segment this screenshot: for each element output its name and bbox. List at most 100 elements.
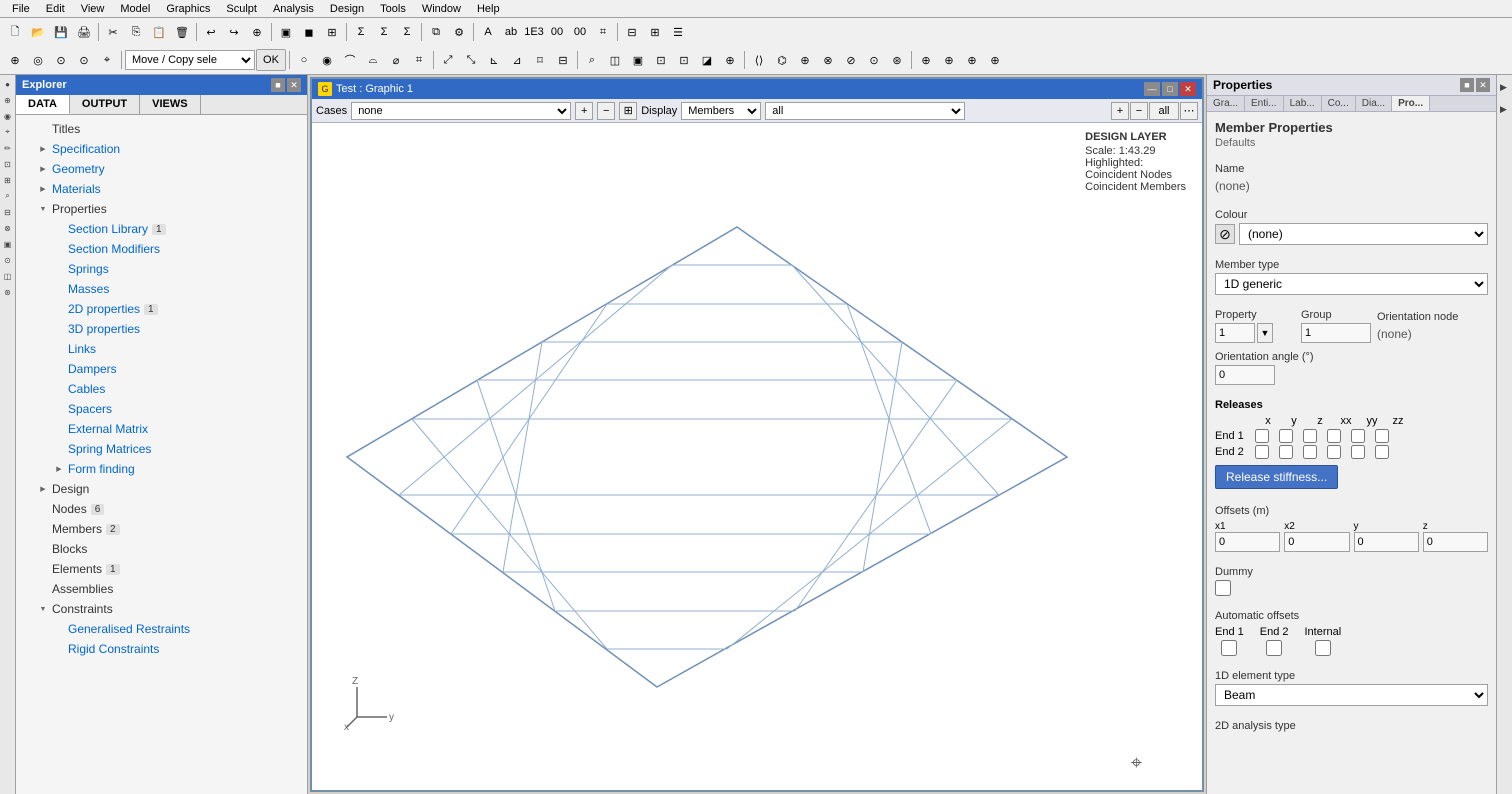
tb2-v[interactable]: ⊕	[938, 49, 960, 71]
tb-group3[interactable]: ☰	[667, 21, 689, 43]
tb-screen[interactable]: ⧉	[425, 21, 447, 43]
form-finding-arrow[interactable]	[52, 462, 66, 476]
tree-section-library[interactable]: Section Library 1	[16, 219, 307, 239]
tb2-a[interactable]: ⤢	[437, 49, 459, 71]
tb-wireframe[interactable]: ▣	[275, 21, 297, 43]
tb2-r[interactable]: ⊘	[840, 49, 862, 71]
releases-end2-xx[interactable]	[1327, 445, 1341, 459]
tb2-i[interactable]: ▣	[627, 49, 649, 71]
tb2-circle1[interactable]: ○	[293, 49, 315, 71]
tb2-m[interactable]: ⊕	[719, 49, 741, 71]
releases-end1-y[interactable]	[1279, 429, 1293, 443]
tb2-3[interactable]: ⊙	[50, 49, 72, 71]
tb2-circle2[interactable]: ◉	[316, 49, 338, 71]
tb2-e[interactable]: ⌑	[529, 49, 551, 71]
left-icon-14[interactable]: ⊛	[1, 285, 15, 299]
left-icon-2[interactable]: ⊕	[1, 93, 15, 107]
orientation-angle-input[interactable]	[1215, 365, 1275, 385]
tree-members[interactable]: Members 2	[16, 519, 307, 539]
tb-redo[interactable]: ↪	[223, 21, 245, 43]
tree-2d-properties[interactable]: 2D properties 1	[16, 299, 307, 319]
tb2-n[interactable]: ⟨⟩	[748, 49, 770, 71]
tb2-g[interactable]: ⌕	[581, 49, 603, 71]
tree-rigid-constraints[interactable]: Rigid Constraints	[16, 639, 307, 659]
prop-tab-co[interactable]: Co...	[1322, 96, 1356, 111]
menu-edit[interactable]: Edit	[38, 0, 73, 18]
release-stiffness-btn[interactable]: Release stiffness...	[1215, 465, 1338, 489]
tb-num3[interactable]: 00	[569, 21, 591, 43]
tb-ok[interactable]: OK	[256, 49, 286, 71]
tb-sigma[interactable]: Σ	[350, 21, 372, 43]
offset-y-input[interactable]	[1354, 532, 1419, 552]
tb-new[interactable]: 🗋	[4, 21, 26, 43]
tree-links[interactable]: Links	[16, 339, 307, 359]
menu-view[interactable]: View	[73, 0, 113, 18]
tb-print[interactable]: 🖨	[73, 21, 95, 43]
auto-end2-checkbox[interactable]	[1266, 640, 1282, 656]
tb2-5[interactable]: ⌖	[96, 49, 118, 71]
tb-sum[interactable]: Σ	[373, 21, 395, 43]
auto-internal-checkbox[interactable]	[1315, 640, 1331, 656]
left-icon-9[interactable]: ⊟	[1, 205, 15, 219]
menu-graphics[interactable]: Graphics	[158, 0, 218, 18]
tree-masses[interactable]: Masses	[16, 279, 307, 299]
tb2-b[interactable]: ⤡	[460, 49, 482, 71]
tb2-1[interactable]: ⊕	[4, 49, 26, 71]
menu-tools[interactable]: Tools	[372, 0, 414, 18]
cases-minus-btn[interactable]: −	[597, 102, 615, 120]
tb-text[interactable]: A	[477, 21, 499, 43]
tree-dampers[interactable]: Dampers	[16, 359, 307, 379]
menu-file[interactable]: File	[4, 0, 38, 18]
tb2-c[interactable]: ⊾	[483, 49, 505, 71]
tb-num4[interactable]: ⌗	[592, 21, 614, 43]
tb-paste[interactable]: 📋	[148, 21, 170, 43]
cases-end-all[interactable]: all	[1149, 102, 1179, 120]
properties-arrow[interactable]	[36, 202, 50, 216]
menu-analysis[interactable]: Analysis	[265, 0, 322, 18]
tb-probe[interactable]: ⚙	[448, 21, 470, 43]
cases-end-minus[interactable]: −	[1130, 102, 1148, 120]
tree-spacers[interactable]: Spacers	[16, 399, 307, 419]
tb2-p[interactable]: ⊕	[794, 49, 816, 71]
properties-pin-btn[interactable]: ■	[1460, 78, 1474, 92]
cases-end-more[interactable]: ⋯	[1180, 102, 1198, 120]
tree-geometry[interactable]: Geometry	[16, 159, 307, 179]
tb2-2[interactable]: ◎	[27, 49, 49, 71]
tree-cables[interactable]: Cables	[16, 379, 307, 399]
tree-design[interactable]: Design	[16, 479, 307, 499]
prop-tab-dia[interactable]: Dia...	[1356, 96, 1392, 111]
menu-model[interactable]: Model	[112, 0, 158, 18]
display-all-select[interactable]: all	[765, 102, 965, 120]
tb-save[interactable]: 💾	[50, 21, 72, 43]
releases-end1-xx[interactable]	[1327, 429, 1341, 443]
tb2-4[interactable]: ⊙	[73, 49, 95, 71]
tb2-j[interactable]: ⊡	[650, 49, 672, 71]
tb2-shape2[interactable]: ⌗	[408, 49, 430, 71]
tree-external-matrix[interactable]: External Matrix	[16, 419, 307, 439]
graphic-close-btn[interactable]: ✕	[1180, 82, 1196, 96]
tb2-shape[interactable]: ⌀	[385, 49, 407, 71]
menu-help[interactable]: Help	[469, 0, 508, 18]
property-dropdown-btn[interactable]: ▼	[1257, 323, 1273, 343]
tree-springs[interactable]: Springs	[16, 259, 307, 279]
materials-arrow[interactable]	[36, 182, 50, 196]
specification-arrow[interactable]	[36, 142, 50, 156]
display-members-select[interactable]: Members	[681, 102, 761, 120]
properties-close-btn[interactable]: ✕	[1476, 78, 1490, 92]
tb2-h[interactable]: ◫	[604, 49, 626, 71]
element-type-select[interactable]: Beam	[1215, 684, 1488, 706]
releases-end1-x[interactable]	[1255, 429, 1269, 443]
tab-data[interactable]: DATA	[16, 95, 70, 114]
right-tab-2[interactable]: ▶	[1498, 99, 1512, 121]
tb-zoom[interactable]: ⊞	[321, 21, 343, 43]
graphic-minimize-btn[interactable]: —	[1144, 82, 1160, 96]
tb2-u[interactable]: ⊕	[915, 49, 937, 71]
canvas-area[interactable]: DESIGN LAYER Scale: 1:43.29 Highlighted:…	[312, 123, 1202, 790]
constraints-arrow[interactable]	[36, 602, 50, 616]
dummy-checkbox[interactable]	[1215, 580, 1231, 596]
tree-blocks[interactable]: Blocks	[16, 539, 307, 559]
prop-tab-enti[interactable]: Enti...	[1245, 96, 1284, 111]
left-icon-11[interactable]: ▣	[1, 237, 15, 251]
releases-end2-yy[interactable]	[1351, 445, 1365, 459]
right-tab-1[interactable]: ▶	[1498, 77, 1512, 99]
